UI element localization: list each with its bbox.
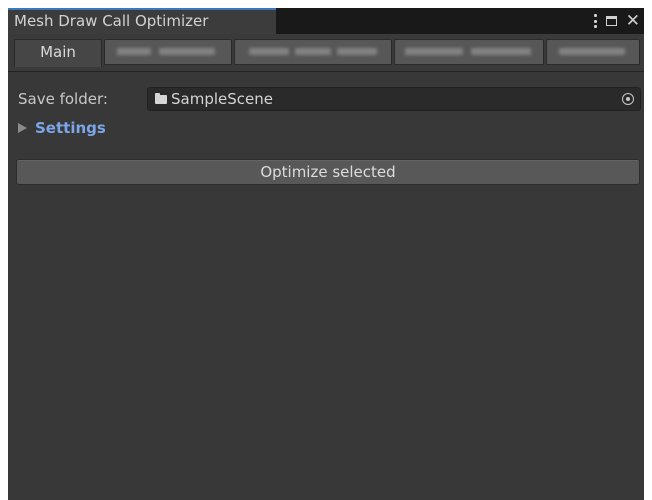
redacted-text [337, 48, 377, 55]
optimize-selected-button[interactable]: Optimize selected [16, 159, 640, 185]
tab-redacted-3[interactable] [394, 39, 544, 65]
save-folder-row: Save folder: SampleScene [18, 86, 641, 112]
tab-main-label: Main [40, 43, 76, 61]
redacted-text [249, 48, 289, 55]
tab-bar: Main [8, 34, 644, 72]
redacted-text [405, 48, 463, 55]
redacted-text [559, 48, 625, 55]
window-titlebar: Mesh Draw Call Optimizer ✕ [8, 8, 644, 34]
kebab-menu-icon[interactable] [593, 14, 597, 28]
maximize-icon[interactable] [605, 16, 617, 26]
optimize-selected-label: Optimize selected [260, 163, 396, 181]
close-icon[interactable]: ✕ [626, 12, 640, 30]
tab-redacted-4[interactable] [546, 39, 640, 65]
redacted-text [117, 48, 151, 55]
save-folder-label: Save folder: [18, 90, 108, 108]
triangle-right-icon [18, 123, 27, 133]
redacted-text [159, 48, 215, 55]
editor-window: Mesh Draw Call Optimizer ✕ Main Save fol… [8, 8, 644, 500]
tab-redacted-1[interactable] [104, 39, 232, 65]
window-title-tab[interactable]: Mesh Draw Call Optimizer [8, 8, 276, 34]
window-title: Mesh Draw Call Optimizer [14, 12, 209, 30]
redacted-text [295, 48, 331, 55]
tab-redacted-2[interactable] [234, 39, 392, 65]
tab-main[interactable]: Main [14, 39, 102, 67]
object-picker-icon[interactable] [622, 93, 634, 105]
save-folder-value: SampleScene [171, 90, 273, 108]
settings-foldout-label: Settings [35, 119, 106, 137]
save-folder-field[interactable]: SampleScene [147, 87, 641, 111]
settings-foldout[interactable]: Settings [18, 116, 106, 140]
redacted-text [471, 48, 531, 55]
window-controls: ✕ [593, 11, 640, 31]
folder-icon [155, 93, 167, 104]
